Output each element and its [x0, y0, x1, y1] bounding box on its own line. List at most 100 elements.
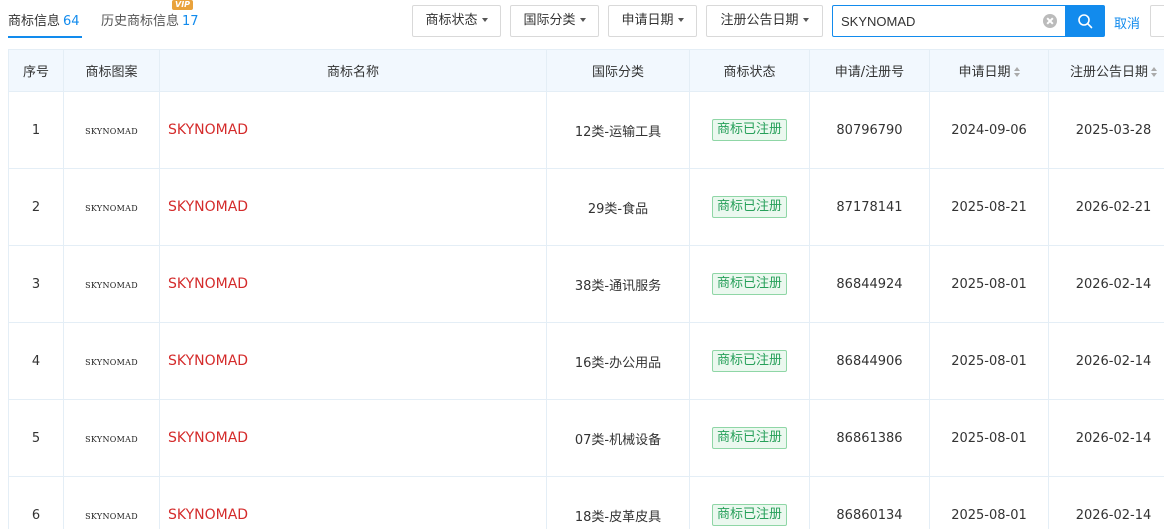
caret-down-icon: [579, 17, 586, 22]
table-row: 2 SKYNOMAD SKYNOMAD 29类-食品 商标已注册 8717814…: [8, 168, 1164, 246]
status-cell: 商标已注册: [689, 399, 810, 477]
reg-no: 86844924: [809, 245, 930, 323]
intl-class: 16类-办公用品: [546, 322, 690, 400]
logo-text: SKYNOMAD: [85, 280, 138, 290]
pub-date: 2026-02-21: [1048, 168, 1164, 246]
trademark-logo[interactable]: SKYNOMAD: [63, 399, 160, 477]
trademark-logo[interactable]: SKYNOMAD: [63, 245, 160, 323]
filter-apply-date[interactable]: 申请日期: [608, 5, 697, 37]
tab-history-trademark-info[interactable]: 历史商标信息 17: [101, 10, 199, 29]
logo-text: SKYNOMAD: [85, 511, 138, 521]
active-tab-underline: [8, 36, 82, 38]
table-row: 3 SKYNOMAD SKYNOMAD 38类-通讯服务 商标已注册 86844…: [8, 245, 1164, 323]
row-index: 5: [8, 399, 64, 477]
filter-international-class[interactable]: 国际分类: [510, 5, 599, 37]
header-reg-no: 申请/注册号: [809, 49, 930, 92]
trademark-name-link[interactable]: SKYNOMAD: [159, 91, 547, 169]
status-cell: 商标已注册: [689, 168, 810, 246]
logo-text: SKYNOMAD: [85, 357, 138, 367]
intl-class: 18类-皮革皮具: [546, 476, 690, 529]
status-badge: 商标已注册: [711, 196, 787, 218]
table-row: 4 SKYNOMAD SKYNOMAD 16类-办公用品 商标已注册 86844…: [8, 322, 1164, 400]
trademark-name-link[interactable]: SKYNOMAD: [159, 168, 547, 246]
caret-down-icon: [677, 17, 684, 22]
header-index: 序号: [8, 49, 64, 92]
pub-date: 2026-02-14: [1048, 322, 1164, 400]
trademark-name-link[interactable]: SKYNOMAD: [159, 476, 547, 529]
trademark-name-link[interactable]: SKYNOMAD: [159, 399, 547, 477]
sort-icon[interactable]: [1151, 66, 1157, 77]
tab-count: 17: [182, 14, 199, 29]
tab-count: 64: [63, 14, 80, 29]
filter-trademark-status[interactable]: 商标状态: [412, 5, 501, 37]
intl-class: 38类-通讯服务: [546, 245, 690, 323]
caret-down-icon: [802, 17, 809, 22]
header-name: 商标名称: [159, 49, 547, 92]
row-index: 2: [8, 168, 64, 246]
row-index: 6: [8, 476, 64, 529]
status-badge: 商标已注册: [711, 119, 787, 141]
clear-icon[interactable]: [1043, 14, 1057, 28]
tab-label: 商标信息: [8, 14, 61, 29]
apply-date: 2025-08-01: [929, 476, 1049, 529]
trademark-name-link[interactable]: SKYNOMAD: [159, 245, 547, 323]
pub-date: 2026-02-14: [1048, 245, 1164, 323]
search-box: [832, 5, 1066, 37]
trademark-logo[interactable]: SKYNOMAD: [63, 476, 160, 529]
filter-publication-date[interactable]: 注册公告日期: [706, 5, 823, 37]
header-apply-date[interactable]: 申请日期: [929, 49, 1049, 92]
header-pub-date[interactable]: 注册公告日期: [1048, 49, 1164, 92]
header-logo: 商标图案: [63, 49, 160, 92]
pub-date: 2025-03-28: [1048, 91, 1164, 169]
cancel-link[interactable]: 取消: [1114, 13, 1140, 32]
tab-trademark-info[interactable]: 商标信息 64: [8, 10, 80, 29]
sort-icon[interactable]: [1013, 66, 1020, 77]
pub-date: 2026-02-14: [1048, 399, 1164, 477]
status-badge: 商标已注册: [711, 504, 787, 526]
status-cell: 商标已注册: [689, 476, 810, 529]
top-bar: 商标信息 64 历史商标信息 17 VIP 商标状态 国际分类 申请日期 注册公告日…: [0, 0, 1164, 44]
status-badge: 商标已注册: [711, 427, 787, 449]
search-input[interactable]: [833, 6, 1033, 36]
extra-button[interactable]: [1150, 5, 1164, 37]
filter-label: 国际分类: [523, 13, 576, 28]
vip-badge: VIP: [172, 0, 194, 10]
table-row: 1 SKYNOMAD SKYNOMAD 12类-运输工具 商标已注册 80796…: [8, 91, 1164, 169]
status-cell: 商标已注册: [689, 322, 810, 400]
apply-date: 2025-08-21: [929, 168, 1049, 246]
row-index: 1: [8, 91, 64, 169]
status-cell: 商标已注册: [689, 91, 810, 169]
reg-no: 86844906: [809, 322, 930, 400]
row-index: 3: [8, 245, 64, 323]
apply-date: 2025-08-01: [929, 399, 1049, 477]
trademark-logo[interactable]: SKYNOMAD: [63, 91, 160, 169]
filter-label: 注册公告日期: [720, 13, 799, 28]
table-row: 5 SKYNOMAD SKYNOMAD 07类-机械设备 商标已注册 86861…: [8, 399, 1164, 477]
pub-date: 2026-02-14: [1048, 476, 1164, 529]
tab-label: 历史商标信息: [101, 14, 180, 29]
apply-date: 2025-08-01: [929, 322, 1049, 400]
intl-class: 07类-机械设备: [546, 399, 690, 477]
trademark-table: 序号 商标图案 商标名称 国际分类 商标状态 申请/注册号 申请日期 注册公告日…: [8, 49, 1164, 529]
table-row: 6 SKYNOMAD SKYNOMAD 18类-皮革皮具 商标已注册 86860…: [8, 476, 1164, 529]
intl-class: 29类-食品: [546, 168, 690, 246]
logo-text: SKYNOMAD: [85, 126, 138, 136]
apply-date: 2025-08-01: [929, 245, 1049, 323]
header-status: 商标状态: [689, 49, 810, 92]
filter-label: 申请日期: [621, 13, 674, 28]
trademark-logo[interactable]: SKYNOMAD: [63, 322, 160, 400]
search-icon: [1078, 14, 1093, 29]
trademark-name-link[interactable]: SKYNOMAD: [159, 322, 547, 400]
filter-label: 商标状态: [425, 13, 478, 28]
logo-text: SKYNOMAD: [85, 203, 138, 213]
header-class: 国际分类: [546, 49, 690, 92]
intl-class: 12类-运输工具: [546, 91, 690, 169]
trademark-logo[interactable]: SKYNOMAD: [63, 168, 160, 246]
reg-no: 80796790: [809, 91, 930, 169]
header-label: 申请日期: [958, 65, 1011, 80]
reg-no: 86860134: [809, 476, 930, 529]
caret-down-icon: [481, 17, 488, 22]
reg-no: 86861386: [809, 399, 930, 477]
search-button[interactable]: [1065, 5, 1105, 37]
row-index: 4: [8, 322, 64, 400]
